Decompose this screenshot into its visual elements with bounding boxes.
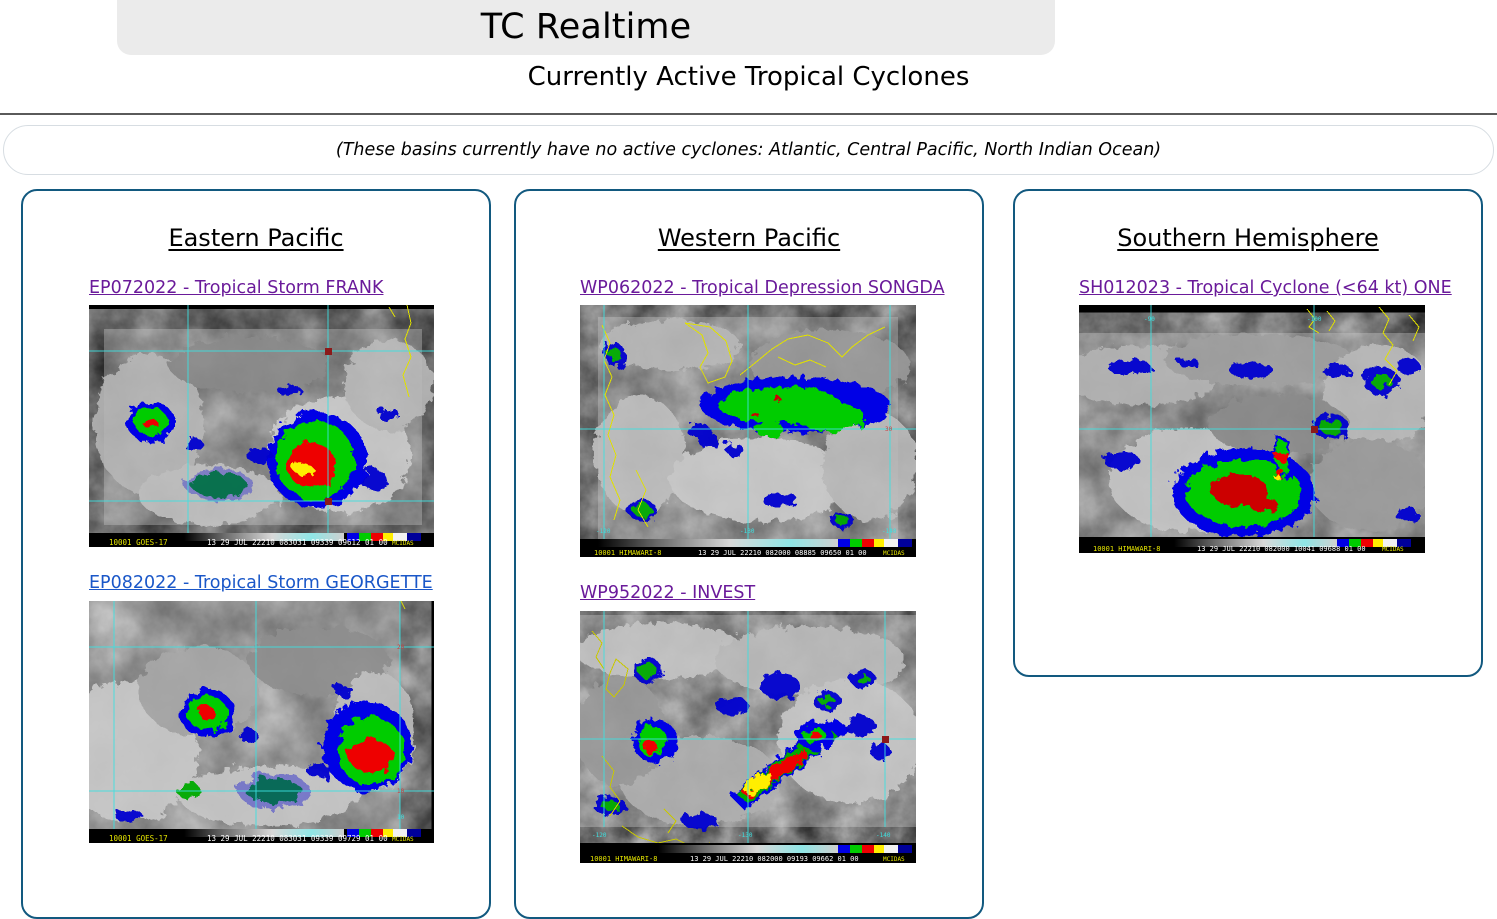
svg-text:-120: -120 bbox=[592, 832, 607, 839]
basin-title-eastern-pacific: Eastern Pacific bbox=[168, 224, 344, 252]
storm-entry: WP952022 - INVEST -120 -130 -140 10001 H… bbox=[516, 579, 982, 863]
storm-entry: EP082022 - Tropical Storm GEORGETTE 20 1… bbox=[23, 569, 489, 843]
svg-text:-100: -100 bbox=[1307, 316, 1322, 323]
svg-text:MCIDAS: MCIDAS bbox=[1382, 546, 1404, 553]
basin-panels: Eastern Pacific EP072022 - Tropical Stor… bbox=[0, 0, 1497, 919]
satellite-image-ep082022[interactable]: 20 10 10 10001 GOES-17 13 29 JUL 22210 0… bbox=[89, 600, 479, 843]
svg-text:10001 GOES-17: 10001 GOES-17 bbox=[109, 538, 168, 547]
svg-text:-120: -120 bbox=[596, 528, 611, 535]
basin-panel-western-pacific: Western Pacific WP062022 - Tropical Depr… bbox=[514, 189, 984, 919]
svg-text:-140: -140 bbox=[876, 832, 891, 839]
svg-text:30: 30 bbox=[885, 426, 893, 433]
svg-text:10001 HIMAWARI-8: 10001 HIMAWARI-8 bbox=[1093, 545, 1160, 553]
satellite-image-sh012023[interactable]: -90 -100 10001 HIMAWARI-8 13 29 JUL 2221… bbox=[1079, 305, 1471, 554]
svg-text:-140: -140 bbox=[882, 528, 897, 535]
storm-link-ep072022[interactable]: EP072022 - Tropical Storm FRANK bbox=[89, 274, 479, 302]
svg-text:20: 20 bbox=[397, 644, 405, 651]
satellite-image-wp062022[interactable]: 30 -120 -130 -140 10001 HIMAWARI-8 13 29… bbox=[580, 305, 972, 558]
svg-text:10: 10 bbox=[397, 814, 405, 821]
basin-title-southern-hemisphere: Southern Hemisphere bbox=[1117, 224, 1379, 252]
svg-text:-130: -130 bbox=[738, 832, 753, 839]
svg-text:13 29 JUL 22210 082000 10041 0: 13 29 JUL 22210 082000 10041 09688 01 00 bbox=[1197, 545, 1366, 553]
storm-entry: SH012023 - Tropical Cyclone (<64 kt) ONE bbox=[1015, 274, 1481, 554]
svg-text:13 29 JUL 22210 082000 08885 0: 13 29 JUL 22210 082000 08885 09650 01 00 bbox=[698, 549, 867, 557]
basin-panel-eastern-pacific: Eastern Pacific EP072022 - Tropical Stor… bbox=[21, 189, 491, 919]
storm-entry: WP062022 - Tropical Depression SONGDA 30… bbox=[516, 274, 982, 558]
storm-link-wp952022[interactable]: WP952022 - INVEST bbox=[580, 579, 972, 607]
svg-text:MCIDAS: MCIDAS bbox=[392, 540, 414, 547]
svg-text:MCIDAS: MCIDAS bbox=[392, 836, 414, 843]
svg-text:13 29 JUL 22210 083031 09339 0: 13 29 JUL 22210 083031 09339 09729 01 00 bbox=[207, 834, 388, 843]
satellite-image-ep072022[interactable]: 10001 GOES-17 13 29 JUL 22210 083031 093… bbox=[89, 305, 479, 548]
basin-panel-southern-hemisphere: Southern Hemisphere SH012023 - Tropical … bbox=[1013, 189, 1483, 677]
svg-text:10001 HIMAWARI-8: 10001 HIMAWARI-8 bbox=[594, 549, 661, 557]
svg-text:13 29 JUL 22210 082000 09193 0: 13 29 JUL 22210 082000 09193 09662 01 00 bbox=[690, 855, 859, 863]
storm-link-ep082022[interactable]: EP082022 - Tropical Storm GEORGETTE bbox=[89, 569, 479, 597]
svg-text:10: 10 bbox=[397, 788, 405, 795]
basin-title-western-pacific: Western Pacific bbox=[657, 224, 841, 252]
storm-link-sh012023[interactable]: SH012023 - Tropical Cyclone (<64 kt) ONE bbox=[1079, 274, 1471, 302]
svg-text:MCIDAS: MCIDAS bbox=[883, 550, 905, 557]
svg-text:-90: -90 bbox=[1144, 316, 1155, 323]
svg-text:10001 GOES-17: 10001 GOES-17 bbox=[109, 834, 168, 843]
svg-text:10001 HIMAWARI-8: 10001 HIMAWARI-8 bbox=[590, 855, 657, 863]
storm-link-wp062022[interactable]: WP062022 - Tropical Depression SONGDA bbox=[580, 274, 972, 302]
svg-text:13 29 JUL 22210 083031 09339 0: 13 29 JUL 22210 083031 09339 09612 01 00 bbox=[207, 538, 388, 547]
satellite-image-wp952022[interactable]: -120 -130 -140 10001 HIMAWARI-8 13 29 JU… bbox=[580, 610, 972, 863]
svg-text:MCIDAS: MCIDAS bbox=[883, 856, 905, 863]
storm-entry: EP072022 - Tropical Storm FRANK 10001 GO… bbox=[23, 274, 489, 548]
svg-text:-130: -130 bbox=[740, 528, 755, 535]
